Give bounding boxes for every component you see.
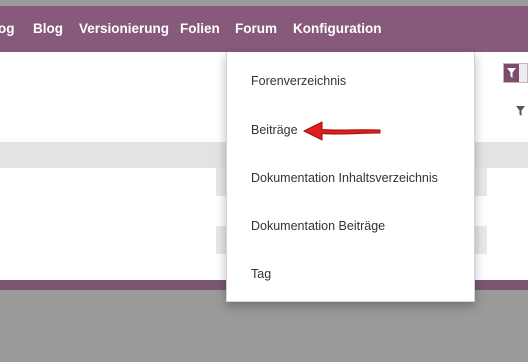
nav-item-blog[interactable]: Blog (33, 6, 63, 52)
nav-item-partial[interactable]: og (0, 6, 15, 52)
nav-item-konfiguration[interactable]: Konfiguration (293, 6, 381, 52)
menu-item-beitraege[interactable]: Beiträge (251, 123, 298, 137)
top-navbar: og Blog Versionierung Folien Forum Konfi… (0, 6, 528, 52)
nav-item-folien[interactable]: Folien (180, 6, 220, 52)
red-arrow-icon (302, 121, 381, 141)
konfiguration-dropdown-menu: Forenverzeichnis Beiträge Dokumentation … (226, 52, 475, 302)
filter-icon[interactable] (516, 106, 525, 119)
menu-item-dokumentation-inhaltsverzeichnis[interactable]: Dokumentation Inhaltsverzeichnis (251, 171, 438, 185)
table-cell (473, 168, 487, 196)
filter-icon (504, 64, 519, 82)
menu-item-dokumentation-beitraege[interactable]: Dokumentation Beiträge (251, 219, 385, 233)
table-cell (473, 226, 487, 254)
filter-button[interactable] (503, 63, 528, 83)
menu-item-forenverzeichnis[interactable]: Forenverzeichnis (251, 74, 346, 88)
nav-item-forum[interactable]: Forum (235, 6, 277, 52)
menu-item-tag[interactable]: Tag (251, 267, 271, 281)
nav-item-versionierung[interactable]: Versionierung (79, 6, 169, 52)
